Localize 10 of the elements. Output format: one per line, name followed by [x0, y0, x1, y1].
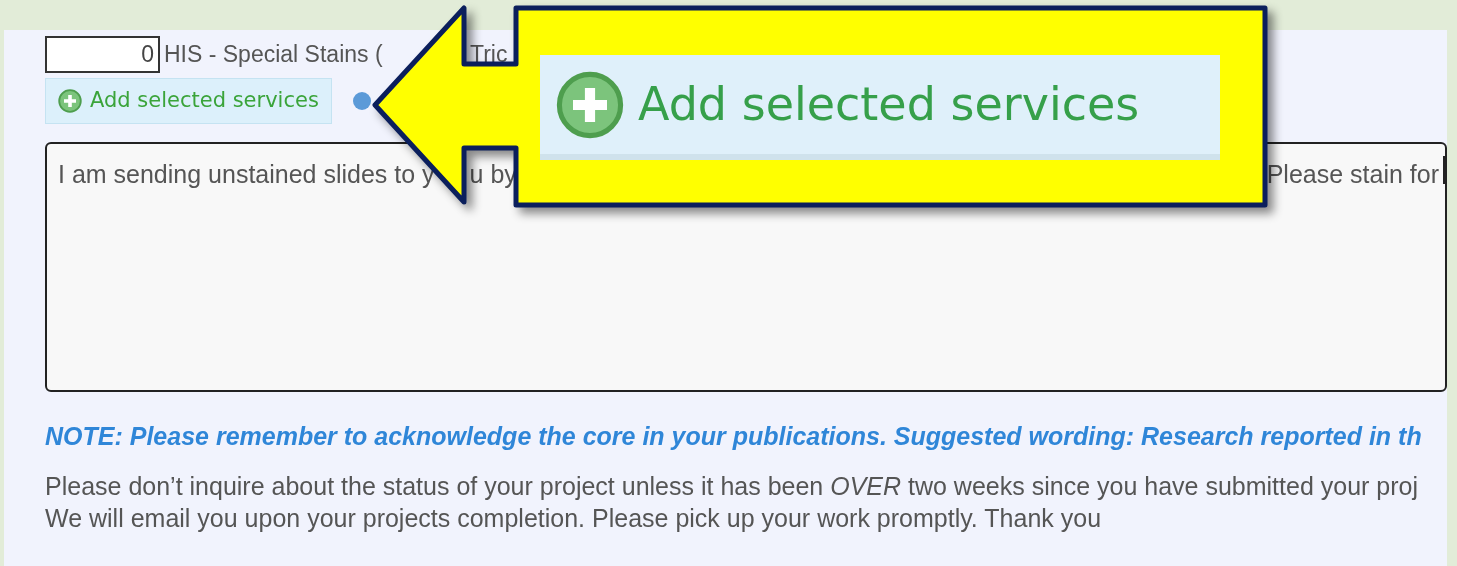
service-label: Tric — [470, 40, 508, 70]
help-icon[interactable] — [351, 91, 372, 111]
text-cursor — [1443, 156, 1445, 184]
plus-icon — [556, 70, 624, 139]
instruction-text: We will email you upon your projects completion. Please pick up your work promptly. Thank you — [45, 502, 1103, 534]
quantity-field[interactable]: 0 — [45, 36, 160, 73]
note-text: NOTE: Please remember to acknowledge the core in your publications. Suggested wording: Research reported in th — [45, 421, 1423, 452]
service-label: HIS - Special Stains ( — [164, 41, 383, 68]
plus-icon — [58, 89, 82, 113]
instruction-text: Please don’t inquire about the status of your project unless it has been OVER two weeks since you have submitted your proj — [45, 470, 1419, 502]
